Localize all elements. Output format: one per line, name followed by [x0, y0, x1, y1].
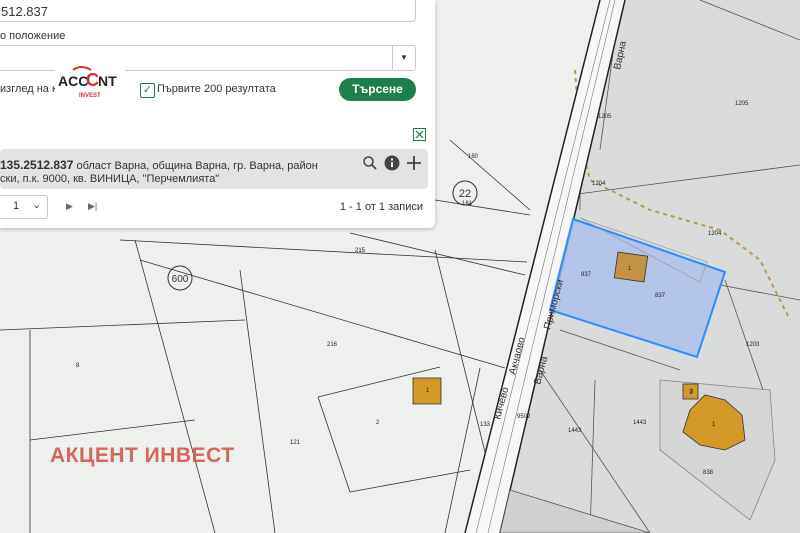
- search-button[interactable]: Търсене: [339, 78, 416, 101]
- result-address-1: област Варна, община Варна, гр. Варна, р…: [76, 160, 318, 172]
- parcel-number: 1443: [633, 420, 647, 426]
- parcel-number: 1205: [598, 114, 612, 120]
- parcel-number: 215: [355, 248, 366, 254]
- parcel-number: 121: [290, 440, 301, 446]
- expand-icon[interactable]: [413, 128, 426, 141]
- parcel-number: 1443: [568, 428, 582, 434]
- zoom-to-icon[interactable]: [361, 154, 379, 172]
- parcel-number: 9502: [517, 414, 531, 420]
- parcel-number: 837: [655, 293, 666, 299]
- info-icon[interactable]: [383, 154, 401, 172]
- result-id: 135.2512.837: [0, 158, 74, 172]
- position-label: о положение: [0, 30, 66, 42]
- parcel-number: 216: [327, 342, 338, 348]
- logo-text-a: ACC: [58, 73, 88, 89]
- parcel-number: 1204: [592, 181, 606, 187]
- zone-label: 22: [459, 188, 471, 200]
- parcel-number: 1204: [708, 231, 722, 237]
- result-address-2: ски, п.к. 9000, кв. ВИНИЦА, "Перчемлията…: [0, 173, 220, 185]
- first200-checkbox[interactable]: ✓: [140, 83, 155, 98]
- parcel-number: 1203: [746, 342, 760, 348]
- parcel-number: 1205: [735, 101, 749, 107]
- chevron-down-icon: ⌄: [32, 199, 42, 211]
- coordinate-input[interactable]: 512.837: [0, 0, 416, 22]
- zone-label: 600: [172, 274, 189, 285]
- logo-sub: INVEST: [79, 93, 101, 99]
- page-number: 1: [13, 200, 20, 212]
- last-page-icon[interactable]: ▶|: [88, 201, 97, 212]
- logo-text-b: NT: [98, 73, 117, 89]
- parcel-number: 838: [703, 470, 714, 476]
- page-select[interactable]: 1 ⌄: [0, 195, 48, 219]
- add-icon[interactable]: [405, 154, 423, 172]
- next-page-icon[interactable]: ▶: [66, 201, 73, 212]
- result-line-1: 135.2512.837 област Варна, община Варна,…: [0, 158, 318, 172]
- chevron-down-icon[interactable]: ▼: [392, 46, 415, 70]
- search-panel: 512.837 о положение ▼ изглед на к ACC C …: [0, 0, 435, 228]
- watermark-text: АКЦЕНТ ИНВЕСТ: [50, 444, 235, 467]
- records-count: 1 - 1 от 1 записи: [339, 201, 423, 213]
- first200-label: Първите 200 резултата: [157, 83, 276, 95]
- parcel-number: 837: [581, 272, 592, 278]
- result-row[interactable]: 135.2512.837 област Варна, община Варна,…: [0, 149, 428, 189]
- parcel-number: 160: [468, 154, 479, 160]
- coordinate-value: 512.837: [1, 4, 48, 19]
- parcel-number: 161: [462, 201, 473, 207]
- parcel-number: 133: [480, 422, 491, 428]
- view-label: изглед на к: [0, 83, 57, 95]
- accent-invest-logo: ACC C NT INVEST: [55, 64, 125, 102]
